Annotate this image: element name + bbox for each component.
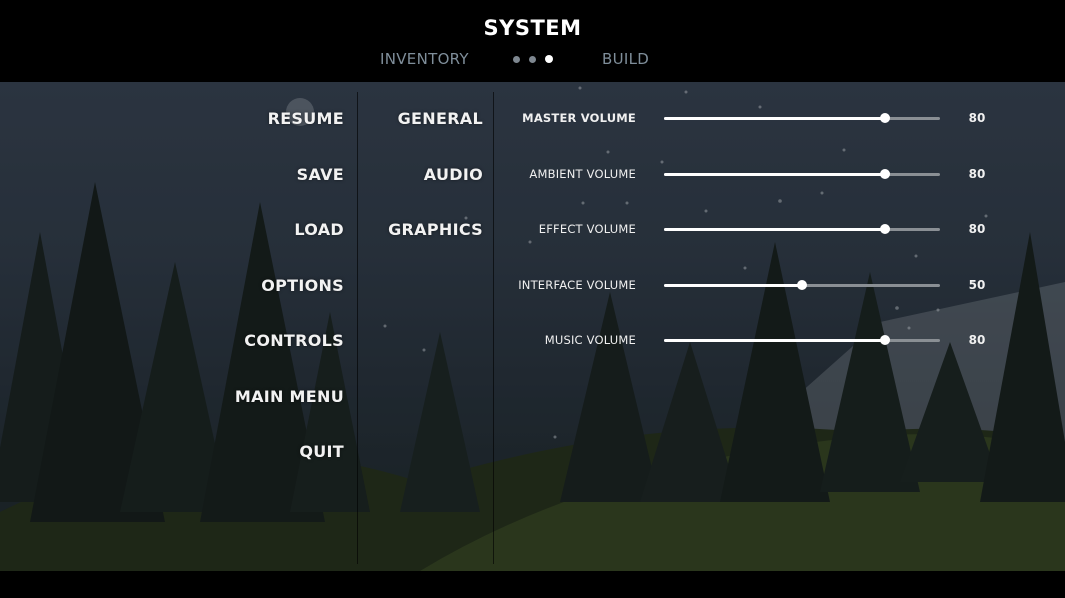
effect-volume-value: 80 [968,222,986,236]
tab-inventory[interactable]: INVENTORY [380,50,469,68]
tab-build[interactable]: BUILD [602,50,649,68]
slider-fill [664,228,885,231]
slider-knob[interactable] [879,169,890,179]
menu-save-button[interactable]: SAVE [297,165,344,184]
menu-main-menu-button[interactable]: MAIN MENU [235,387,344,406]
menu-quit-button[interactable]: QUIT [299,442,344,461]
master-volume-value: 80 [968,111,986,125]
slider-fill [664,339,885,342]
music-volume-slider[interactable] [664,335,940,345]
options-general-button[interactable]: GENERAL [398,109,483,128]
interface-volume-value: 50 [968,278,986,292]
music-volume-label: MUSIC VOLUME [544,333,636,347]
bottom-bar [0,571,1065,598]
effect-volume-label: EFFECT VOLUME [538,222,636,236]
column-divider-2 [493,92,494,564]
page-dot-1[interactable] [513,56,520,63]
menu-options-button[interactable]: OPTIONS [261,276,344,295]
ambient-volume-slider[interactable] [664,169,940,179]
options-graphics-button[interactable]: GRAPHICS [388,220,483,239]
slider-fill [664,173,885,176]
game-screen: SYSTEM INVENTORY BUILD RESUME SAVE LOAD … [0,0,1065,598]
options-audio-button[interactable]: AUDIO [424,165,483,184]
master-volume-label: MASTER VOLUME [522,111,636,125]
slider-fill [664,284,802,287]
effect-volume-slider[interactable] [664,224,940,234]
interface-volume-label: INTERFACE VOLUME [518,278,636,292]
menu-resume-button[interactable]: RESUME [268,109,344,128]
slider-knob[interactable] [879,224,890,234]
interface-volume-slider[interactable] [664,280,940,290]
music-volume-value: 80 [968,333,986,347]
ambient-volume-value: 80 [968,167,986,181]
master-volume-slider[interactable] [664,113,940,123]
column-divider-1 [357,92,358,564]
slider-knob[interactable] [797,280,807,290]
page-title: SYSTEM [483,16,582,40]
slider-knob[interactable] [879,335,890,345]
page-dot-3-active[interactable] [545,55,553,63]
slider-fill [664,117,885,120]
slider-knob[interactable] [879,113,890,123]
menu-load-button[interactable]: LOAD [294,220,344,239]
background-dim-overlay [0,82,1065,571]
top-bar: SYSTEM INVENTORY BUILD [0,0,1065,82]
menu-controls-button[interactable]: CONTROLS [244,331,344,350]
ambient-volume-label: AMBIENT VOLUME [529,167,636,181]
page-dot-2[interactable] [529,56,536,63]
